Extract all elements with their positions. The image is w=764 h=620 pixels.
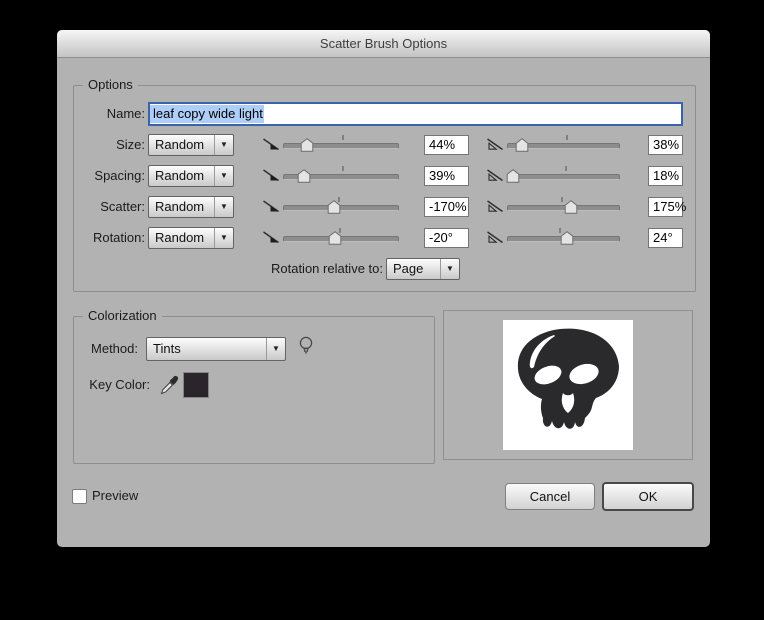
slider-track bbox=[283, 205, 399, 211]
preview-checkbox[interactable] bbox=[72, 489, 87, 504]
minimum-marker-icon bbox=[262, 137, 280, 152]
scatter-max-value[interactable]: 175% bbox=[648, 197, 686, 217]
rotation-max-slider[interactable] bbox=[507, 227, 620, 249]
maximum-marker-icon bbox=[486, 137, 504, 152]
size-min-value[interactable]: 44% bbox=[424, 135, 469, 155]
rotation-min-slider[interactable] bbox=[283, 227, 399, 249]
slider-tick bbox=[566, 135, 568, 140]
maximum-marker-icon bbox=[486, 230, 504, 245]
chevron-down-icon: ▼ bbox=[214, 197, 233, 217]
slider-tick bbox=[342, 166, 344, 171]
options-group-label: Options bbox=[83, 77, 138, 92]
size-label: Size: bbox=[116, 137, 145, 152]
slider-tick bbox=[342, 135, 344, 140]
rotation-label: Rotation: bbox=[92, 230, 145, 245]
spacing-min-slider[interactable] bbox=[283, 165, 399, 187]
slider-tick bbox=[561, 197, 563, 202]
method-dropdown[interactable]: Tints ▼ bbox=[146, 337, 286, 361]
skull-silhouette bbox=[517, 328, 619, 429]
spacing-max-value[interactable]: 18% bbox=[648, 166, 683, 186]
cancel-button[interactable]: Cancel bbox=[505, 483, 595, 510]
spacing-max-slider[interactable] bbox=[506, 165, 620, 187]
minimum-marker-icon bbox=[262, 199, 280, 214]
rotation-row: Rotation: Random ▼ -20° 24° bbox=[57, 227, 710, 249]
size-max-slider[interactable] bbox=[507, 134, 620, 156]
rotation-min-value[interactable]: -20° bbox=[424, 228, 469, 248]
spacing-row: Spacing: Random ▼ 39% 18% bbox=[57, 165, 710, 187]
eyedropper-icon[interactable] bbox=[158, 374, 180, 401]
slider-thumb[interactable] bbox=[301, 138, 314, 152]
slider-track bbox=[507, 174, 620, 180]
rotation-relative-label: Rotation relative to: bbox=[270, 261, 383, 276]
name-input-selected-text: leaf copy wide light bbox=[150, 105, 264, 123]
scatter-min-slider[interactable] bbox=[283, 196, 399, 218]
maximum-marker-icon bbox=[486, 168, 504, 183]
spacing-mode-dropdown[interactable]: Random ▼ bbox=[148, 165, 234, 187]
slider-thumb[interactable] bbox=[327, 200, 341, 214]
slider-thumb[interactable] bbox=[328, 231, 342, 245]
size-row: Size: Random ▼ 44% 38% bbox=[57, 134, 710, 156]
slider-thumb[interactable] bbox=[560, 231, 574, 245]
colorization-group-label: Colorization bbox=[83, 308, 162, 323]
scatter-brush-options-dialog: Scatter Brush Options Options Name: leaf… bbox=[57, 30, 710, 547]
slider-thumb[interactable] bbox=[565, 200, 578, 214]
name-input[interactable]: leaf copy wide light bbox=[148, 102, 683, 126]
slider-thumb[interactable] bbox=[515, 138, 528, 152]
rotation-relative-dropdown[interactable]: Page ▼ bbox=[386, 258, 460, 280]
slider-tick bbox=[565, 166, 567, 171]
scatter-mode-dropdown[interactable]: Random ▼ bbox=[148, 196, 234, 218]
spacing-label: Spacing: bbox=[94, 168, 145, 183]
dialog-titlebar[interactable]: Scatter Brush Options bbox=[57, 30, 710, 58]
key-color-swatch[interactable] bbox=[183, 372, 209, 398]
chevron-down-icon: ▼ bbox=[214, 166, 233, 186]
screen-background: Scatter Brush Options Options Name: leaf… bbox=[0, 0, 764, 620]
scatter-min-value[interactable]: -170% bbox=[424, 197, 469, 217]
slider-thumb[interactable] bbox=[506, 169, 519, 183]
minimum-marker-icon bbox=[262, 168, 280, 183]
minimum-marker-icon bbox=[262, 230, 280, 245]
slider-track bbox=[507, 205, 620, 211]
size-min-slider[interactable] bbox=[283, 134, 399, 156]
method-label: Method: bbox=[91, 341, 138, 356]
ok-button[interactable]: OK bbox=[602, 482, 694, 511]
chevron-down-icon: ▼ bbox=[440, 259, 459, 279]
rotation-mode-dropdown[interactable]: Random ▼ bbox=[148, 227, 234, 249]
lightbulb-icon bbox=[298, 335, 314, 362]
skull-brush-art bbox=[517, 328, 619, 429]
chevron-down-icon: ▼ bbox=[266, 338, 285, 360]
rotation-max-value[interactable]: 24° bbox=[648, 228, 683, 248]
scatter-row: Scatter: Random ▼ -170% 175% bbox=[57, 196, 710, 218]
brush-preview-panel bbox=[443, 310, 693, 460]
name-label: Name: bbox=[106, 106, 145, 121]
size-max-value[interactable]: 38% bbox=[648, 135, 683, 155]
preview-checkbox-label: Preview bbox=[92, 488, 139, 503]
size-mode-dropdown[interactable]: Random ▼ bbox=[148, 134, 234, 156]
chevron-down-icon: ▼ bbox=[214, 228, 233, 248]
maximum-marker-icon bbox=[486, 199, 504, 214]
key-color-label: Key Color: bbox=[89, 377, 150, 392]
scatter-label: Scatter: bbox=[100, 199, 145, 214]
scatter-max-slider[interactable] bbox=[507, 196, 620, 218]
brush-preview-image bbox=[503, 320, 633, 450]
dialog-title: Scatter Brush Options bbox=[319, 36, 448, 51]
spacing-min-value[interactable]: 39% bbox=[424, 166, 469, 186]
chevron-down-icon: ▼ bbox=[214, 135, 233, 155]
slider-thumb[interactable] bbox=[297, 169, 311, 183]
